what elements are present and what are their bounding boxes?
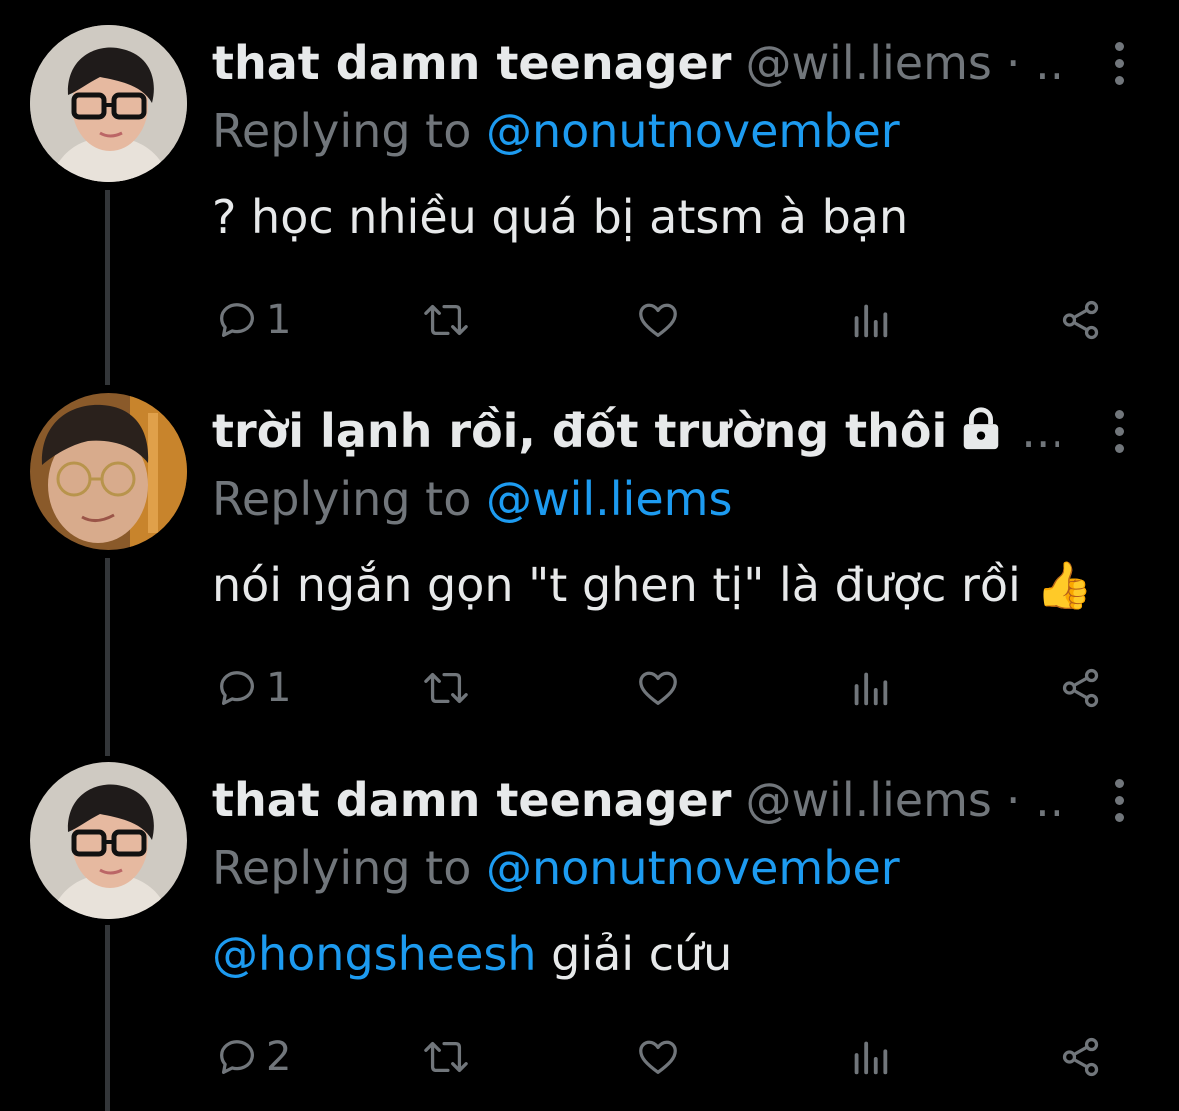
reply-button[interactable]: 1 [214,285,291,355]
avatar[interactable] [30,393,187,550]
tweet-text: @hongsheesh giải cứu [212,923,732,985]
timestamp-overflow: · ... [1005,773,1059,827]
display-name[interactable]: trời lạnh rồi, đốt trường thôi [212,404,947,458]
action-bar: 2 [0,1022,1179,1092]
reply-icon [220,303,254,337]
retweet-button[interactable] [418,1022,474,1092]
like-button[interactable] [634,1022,682,1092]
share-button[interactable] [1056,653,1106,723]
share-button[interactable] [1056,1022,1106,1092]
user-handle[interactable]: @wil.liems [745,36,991,90]
replying-to: Replying to @nonutnovember [212,837,900,899]
tweet-text-content: giải cứu [536,927,733,981]
action-bar: 1 [0,285,1179,355]
views-button[interactable] [848,1022,892,1092]
retweet-icon [424,1041,468,1073]
views-button[interactable] [848,285,892,355]
like-icon [639,671,677,705]
like-icon [639,1040,677,1074]
tweet-header: trời lạnh rồi, đốt trường thôi... [212,400,1059,462]
replying-prefix: Replying to [212,472,472,526]
views-icon [854,672,888,706]
retweet-button[interactable] [418,285,474,355]
retweet-icon [424,672,468,704]
timestamp-overflow: · ... [1005,36,1059,90]
share-icon [1062,1037,1099,1077]
avatar[interactable] [30,762,187,919]
tweet-header: that damn teenager @wil.liems · ... [212,769,1059,831]
views-icon [854,304,888,338]
tweet-header: that damn teenager @wil.liems · ... [212,32,1059,94]
timestamp-overflow: ... [1021,404,1059,458]
display-name[interactable]: that damn teenager [212,36,731,90]
reply-count: 2 [266,1034,292,1080]
reply-button[interactable]: 2 [214,1022,291,1092]
tweet-text: ? học nhiều quá bị atsm à bạn [212,190,909,244]
action-bar: 1 [0,653,1179,723]
replying-to-mention[interactable]: @wil.liems [486,472,732,526]
reply-count: 1 [266,297,292,343]
retweet-button[interactable] [418,653,474,723]
replying-to: Replying to @wil.liems [212,468,732,530]
more-icon[interactable] [1107,408,1131,456]
replying-prefix: Replying to [212,104,472,158]
retweet-icon [424,304,468,336]
share-icon [1062,668,1099,708]
body-mention[interactable]: @hongsheesh [212,927,537,981]
reply-icon [220,1040,254,1074]
display-name[interactable]: that damn teenager [212,773,731,827]
like-button[interactable] [634,285,682,355]
tweet[interactable]: that damn teenager @wil.liems · ... Replyi… [0,737,1179,1107]
reply-button[interactable]: 1 [214,653,291,723]
tweet-text-content: nói ngắn gọn "t ghen tị" là được rồi [212,558,1021,612]
replying-prefix: Replying to [212,841,472,895]
tweet-text: nói ngắn gọn "t ghen tị" là được rồi 👍 [212,554,1093,616]
like-button[interactable] [634,653,682,723]
more-icon[interactable] [1107,40,1131,88]
share-icon [1062,300,1099,340]
more-icon[interactable] [1107,777,1131,825]
replying-to: Replying to @nonutnovember [212,100,900,162]
reply-icon [220,671,254,705]
avatar[interactable] [30,25,187,182]
replying-to-mention[interactable]: @nonutnovember [486,841,900,895]
reply-count: 1 [266,665,292,711]
views-icon [854,1041,888,1075]
tweet[interactable]: that damn teenager @wil.liems · ... Replyi… [0,0,1179,370]
replying-to-mention[interactable]: @nonutnovember [486,104,900,158]
views-button[interactable] [848,653,892,723]
like-icon [639,303,677,337]
tweet[interactable]: trời lạnh rồi, đốt trường thôi... Replyi… [0,368,1179,738]
lock-icon [964,407,999,450]
share-button[interactable] [1056,285,1106,355]
user-handle[interactable]: @wil.liems [745,773,991,827]
thumbs-up-emoji: 👍 [1035,558,1093,612]
